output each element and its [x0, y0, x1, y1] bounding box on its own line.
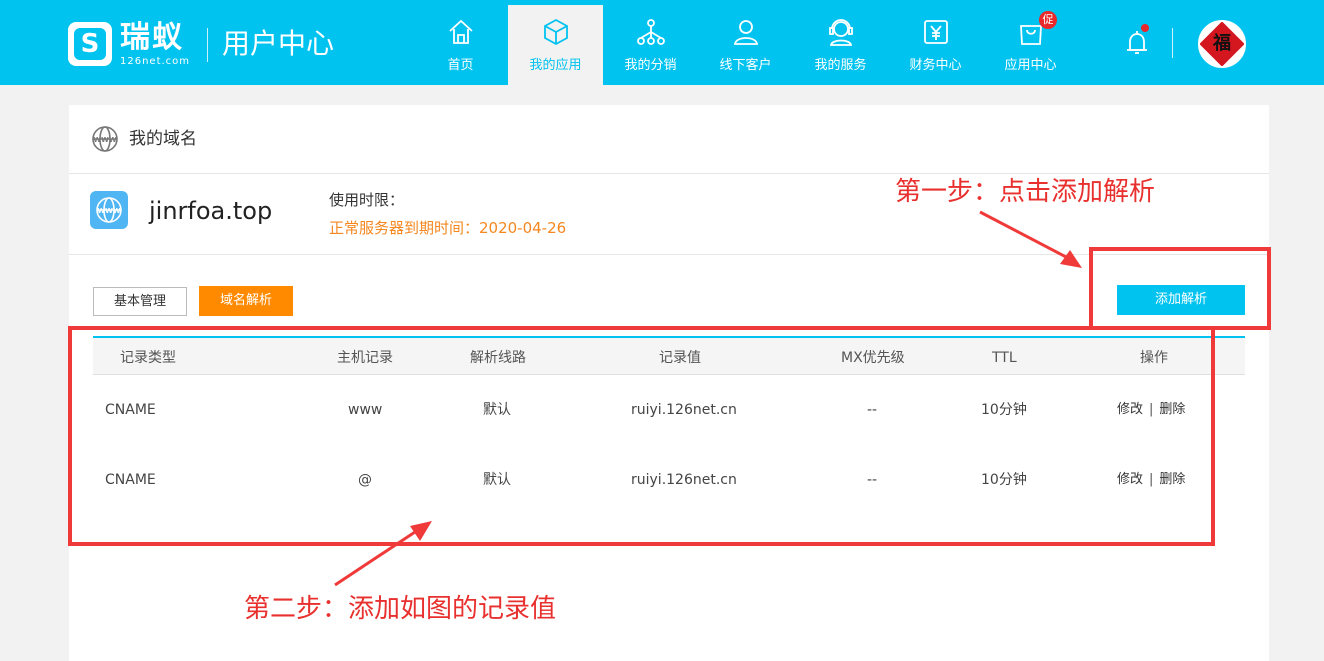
header-divider	[1172, 28, 1173, 58]
network-icon	[637, 19, 665, 45]
top-header: S 瑞蚁 126net.com 用户中心 首页 我的应用 我的分销 线下客户 我…	[0, 0, 1324, 85]
svg-text:WWW: WWW	[93, 136, 116, 144]
brand-name: 瑞蚁	[120, 20, 184, 55]
expire-label: 使用时限：	[329, 191, 405, 209]
logo-divider	[207, 28, 208, 62]
user-icon	[733, 20, 759, 45]
promo-badge: 促	[1039, 11, 1057, 29]
annotation-step-2: 第二步：添加如图的记录值	[244, 594, 557, 624]
domain-icon: WWW	[90, 191, 128, 229]
logo-badge-icon: S	[68, 22, 112, 66]
nav-label: 线下客户	[719, 58, 772, 73]
nav-label: 财务中心	[909, 58, 962, 73]
basic-management-button[interactable]: 基本管理	[93, 287, 187, 316]
dns-resolution-tab-button[interactable]: 域名解析	[199, 286, 293, 316]
nav-item-finance[interactable]: 财务中心	[888, 5, 983, 85]
main-nav: 首页 我的应用 我的分销 线下客户 我的服务 财务中心 促 应用中心	[413, 5, 1078, 85]
avatar[interactable]: 福	[1198, 20, 1246, 68]
nav-item-home[interactable]: 首页	[413, 5, 508, 85]
home-icon	[449, 19, 473, 44]
cube-icon	[544, 18, 568, 46]
nav-item-app-center[interactable]: 促 应用中心	[983, 5, 1078, 85]
svg-text:WWW: WWW	[97, 207, 120, 215]
notification-dot	[1141, 24, 1149, 32]
expire-value: 正常服务器到期时间：2020-04-26	[329, 219, 567, 237]
annotation-step-1: 第一步：点击添加解析	[895, 177, 1156, 207]
brand-logo[interactable]: S 瑞蚁 126net.com	[68, 18, 218, 70]
nav-item-my-services[interactable]: 我的服务	[793, 5, 888, 85]
nav-label: 我的服务	[814, 58, 867, 73]
bell-icon[interactable]	[1122, 28, 1152, 58]
site-title: 用户中心	[222, 27, 335, 60]
nav-item-offline-clients[interactable]: 线下客户	[698, 5, 793, 85]
nav-label: 应用中心	[1004, 58, 1057, 73]
nav-item-distribution[interactable]: 我的分销	[603, 5, 698, 85]
yen-icon	[924, 20, 948, 44]
annotation-box-records	[68, 326, 1215, 546]
nav-label: 首页	[447, 58, 474, 73]
headset-icon	[829, 19, 853, 46]
www-globe-icon: WWW	[96, 197, 122, 223]
annotation-box-add	[1089, 247, 1271, 330]
card-title-row: WWW 我的域名	[69, 105, 1269, 174]
domain-name: jinrfoa.top	[149, 197, 273, 225]
nav-label: 我的应用	[529, 58, 582, 73]
nav-label: 我的分销	[624, 58, 677, 73]
avatar-text: 福	[1213, 33, 1231, 54]
www-globe-icon: WWW	[92, 126, 118, 152]
brand-subtitle: 126net.com	[120, 56, 191, 67]
nav-item-my-apps[interactable]: 我的应用	[508, 5, 603, 85]
card-title: 我的域名	[129, 129, 197, 149]
